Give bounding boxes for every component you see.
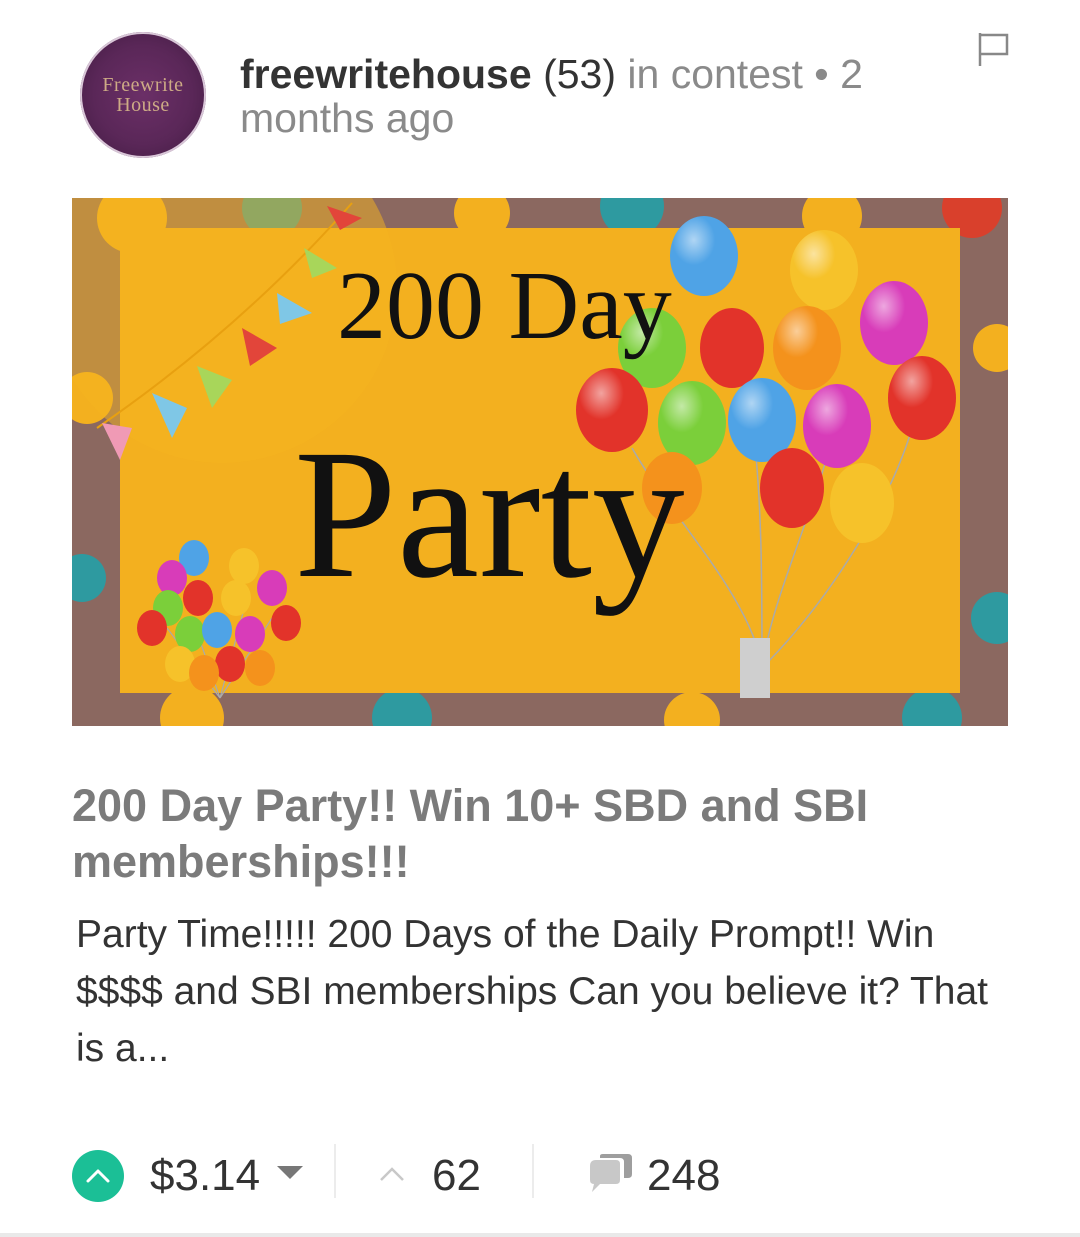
post-meta: freewritehouse (53) in contest • 2 month… (240, 52, 920, 140)
upvote-icon (86, 1169, 110, 1183)
post-image[interactable]: 200 Day Party (72, 198, 1008, 726)
avatar-text-1: Freewrite (102, 74, 184, 96)
payout-value[interactable]: $3.14 (150, 1148, 260, 1204)
author-avatar[interactable]: Freewrite House (80, 32, 206, 158)
divider (532, 1144, 534, 1198)
author-reputation: (53) (543, 51, 616, 97)
post-footer: $3.14 62 248 (72, 1140, 972, 1206)
flag-icon[interactable] (975, 30, 1013, 68)
divider (334, 1144, 336, 1198)
image-title-line-2: Party (294, 412, 685, 617)
post-excerpt[interactable]: Party Time!!!!! 200 Days of the Daily Pr… (76, 906, 996, 1077)
vote-count[interactable]: 62 (432, 1148, 481, 1204)
image-title-line-1: 200 Day (337, 252, 672, 360)
post-card: Freewrite House freewritehouse (53) in c… (0, 0, 1080, 1237)
card-divider (0, 1233, 1080, 1237)
meta-separator: • (814, 51, 829, 97)
upvote-count-icon (380, 1167, 404, 1181)
post-title[interactable]: 200 Day Party!! Win 10+ SBD and SBI memb… (72, 778, 972, 890)
dropdown-caret-icon[interactable] (277, 1166, 303, 1179)
comment-count[interactable]: 248 (647, 1148, 720, 1204)
author-name[interactable]: freewritehouse (240, 51, 532, 97)
post-context[interactable]: in contest (627, 51, 803, 97)
comments-icon[interactable] (586, 1152, 634, 1198)
avatar-text-2: House (116, 94, 170, 116)
upvote-button[interactable] (72, 1150, 124, 1202)
